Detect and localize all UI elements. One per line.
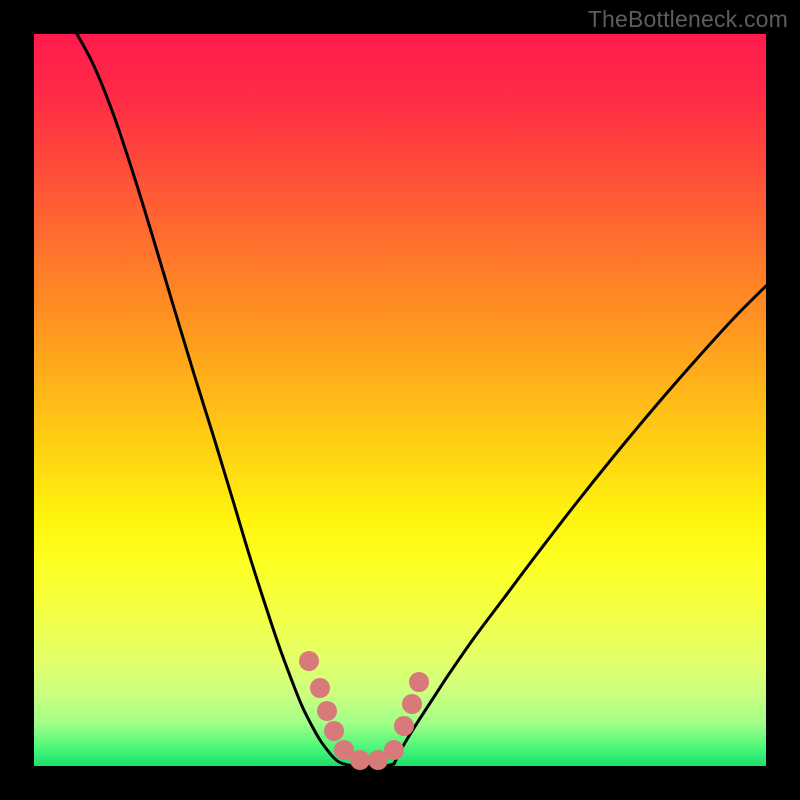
highlight-dot bbox=[324, 721, 344, 741]
highlight-dot bbox=[350, 750, 370, 770]
highlight-dot bbox=[310, 678, 330, 698]
highlight-dot bbox=[402, 694, 422, 714]
highlight-dot bbox=[394, 716, 414, 736]
watermark-text: TheBottleneck.com bbox=[588, 6, 788, 33]
highlight-dot bbox=[299, 651, 319, 671]
chart-frame: TheBottleneck.com bbox=[0, 0, 800, 800]
highlight-dot bbox=[384, 740, 404, 760]
curve-right bbox=[394, 286, 766, 764]
curves-svg bbox=[34, 34, 766, 766]
highlight-dot bbox=[409, 672, 429, 692]
highlight-dot bbox=[317, 701, 337, 721]
plot-area bbox=[34, 34, 766, 766]
